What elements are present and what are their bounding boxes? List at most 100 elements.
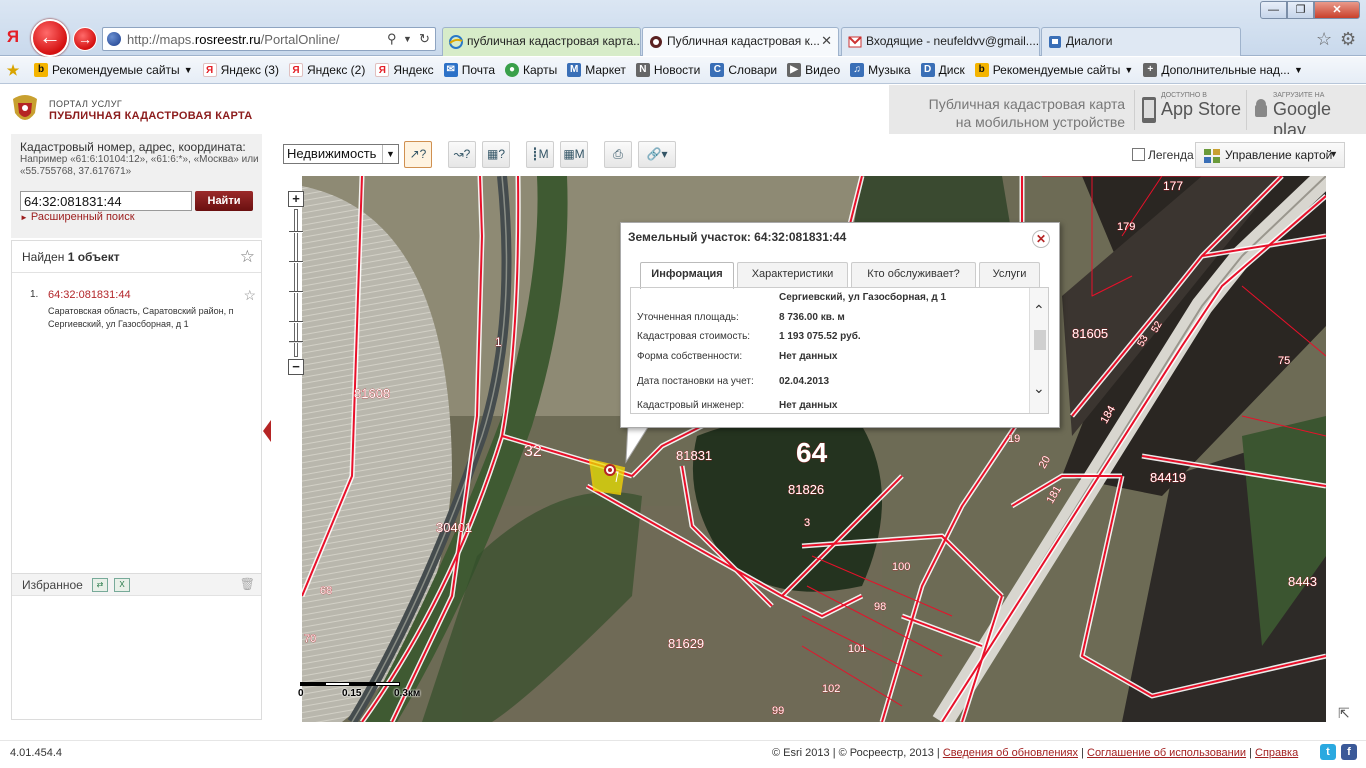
address-bar[interactable]: http://maps.rosreestr.ru/PortalOnline/ ⚲… <box>102 27 436 51</box>
ownership-value: Нет данных <box>779 351 838 362</box>
refresh-icon[interactable]: ↻ <box>419 31 430 47</box>
terms-link[interactable]: Соглашение об использовании <box>1087 747 1246 759</box>
zoom-handle[interactable] <box>289 341 303 343</box>
map-control-dropdown[interactable]: Управление картой ▼ <box>1195 142 1345 168</box>
tab-information[interactable]: Информация <box>640 262 734 289</box>
ie-icon <box>449 35 463 49</box>
excel-export-icon[interactable]: X <box>114 578 130 592</box>
star-icon[interactable]: ☆ <box>243 287 256 304</box>
legend-checkbox[interactable] <box>1132 148 1145 161</box>
bookmark-dictionary[interactable]: С Словари <box>710 63 777 77</box>
google-play-button[interactable]: ЗАГРУЗИТЕ НА Google play <box>1246 90 1364 140</box>
globe-icon <box>650 36 662 48</box>
scroll-down-icon[interactable]: ⌄ <box>1033 380 1045 397</box>
search-input[interactable] <box>20 191 192 211</box>
back-button[interactable]: ← <box>31 19 69 57</box>
left-panel: Кадастровый номер, адрес, координата: На… <box>11 134 262 720</box>
address-url[interactable]: http://maps.rosreestr.ru/PortalOnline/ <box>127 32 339 47</box>
scroll-up-icon[interactable]: ⌃ <box>1033 302 1045 319</box>
trash-icon[interactable]: 🗑 <box>240 577 255 591</box>
addons-icon: + <box>1143 63 1158 77</box>
fullscreen-icon[interactable]: ⇱ <box>1338 705 1350 722</box>
search-icon[interactable]: ⚲ <box>387 31 397 47</box>
map-label: 3 <box>804 517 810 529</box>
zoom-slider[interactable]: + − <box>288 191 304 375</box>
popup-scrollbar[interactable]: ⌃ ⌄ <box>1029 288 1048 413</box>
map-label: 102 <box>822 683 840 695</box>
find-button[interactable]: Найти <box>195 191 253 211</box>
yandex-icon: Я <box>288 63 303 77</box>
coat-of-arms-icon[interactable] <box>9 93 41 127</box>
area-value: 8 736.00 кв. м <box>779 312 845 323</box>
query-area-tool-button[interactable]: ▦? <box>482 141 510 168</box>
yandex-logo-icon[interactable]: Я <box>2 26 24 48</box>
advanced-search-link[interactable]: ► Расширенный поиск <box>20 211 135 223</box>
query-line-tool-button[interactable]: ↝? <box>448 141 476 168</box>
twitter-icon[interactable]: t <box>1320 744 1336 760</box>
measure-distance-button[interactable]: ┋M <box>526 141 554 168</box>
bookmark-yandex-3[interactable]: Я Яндекс (3) <box>202 63 279 77</box>
page-title[interactable]: ПУБЛИЧНАЯ КАДАСТРОВАЯ КАРТА <box>49 110 253 122</box>
bookmark-yandex-2[interactable]: Я Яндекс (2) <box>288 63 365 77</box>
print-button[interactable]: ⎙ <box>604 141 632 168</box>
facebook-icon[interactable]: f <box>1341 744 1357 760</box>
chevron-down-icon[interactable]: ▼ <box>403 34 412 44</box>
area-label: Уточненная площадь: <box>637 312 739 323</box>
phone-icon <box>1142 97 1156 123</box>
bookmark-music[interactable]: ♫ Музыка <box>850 63 911 77</box>
collapse-panel-icon[interactable] <box>263 420 271 442</box>
bookmark-market[interactable]: M Маркет <box>567 63 626 77</box>
result-link[interactable]: 64:32:081831:44 <box>48 289 131 301</box>
favorites-icon[interactable]: ★ <box>6 63 24 77</box>
layer-select[interactable]: Недвижимость ▼ <box>283 144 399 164</box>
bing-icon: b <box>34 63 48 77</box>
zoom-out-button[interactable]: − <box>288 359 304 375</box>
tab-services[interactable]: Услуги <box>979 262 1040 287</box>
tab-who-serves[interactable]: Кто обслуживает? <box>851 262 976 287</box>
appstore-button[interactable]: Доступно в App Store <box>1134 90 1244 130</box>
close-tab-icon[interactable]: ✕ <box>821 33 832 49</box>
bookmark-yandex[interactable]: Я Яндекс <box>375 63 434 77</box>
news-icon: N <box>635 63 650 77</box>
maximize-button[interactable]: ❐ <box>1287 1 1314 19</box>
map-label: 84419 <box>1150 470 1186 485</box>
gear-icon[interactable]: ⚙ <box>1340 29 1356 50</box>
map-label: 64 <box>796 437 828 468</box>
bookmark-addons[interactable]: + Дополнительные над... ▼ <box>1143 63 1303 77</box>
map-label: 101 <box>848 643 866 655</box>
close-window-button[interactable]: ✕ <box>1314 1 1360 19</box>
star-icon[interactable]: ☆ <box>240 247 255 267</box>
forward-button[interactable]: → <box>73 27 97 51</box>
tab-cadastral-map-1[interactable]: публичная кадастровая карта... <box>442 27 641 56</box>
identify-tool-button[interactable]: ↗? <box>404 141 432 168</box>
minimize-button[interactable]: — <box>1260 1 1287 19</box>
help-link[interactable]: Справка <box>1255 747 1298 759</box>
bookmark-maps[interactable]: ● Карты <box>505 63 557 77</box>
favorites-star-icon[interactable]: ☆ <box>1316 29 1332 50</box>
bookmark-video[interactable]: ▶ Видео <box>787 63 840 77</box>
bookmark-recommended-2[interactable]: b Рекомендуемые сайты ▼ <box>974 63 1133 77</box>
bookmark-recommended-1[interactable]: b Рекомендуемые сайты ▼ <box>34 63 193 77</box>
popup-pointer <box>625 424 651 464</box>
legend-label[interactable]: Легенда <box>1148 148 1194 162</box>
updates-link[interactable]: Сведения об обновлениях <box>943 747 1078 759</box>
tab-dialogs[interactable]: Диалоги <box>1041 27 1241 56</box>
vk-icon <box>1049 36 1061 48</box>
tab-characteristics[interactable]: Характеристики <box>737 262 848 287</box>
mail-icon: ✉ <box>443 63 458 77</box>
export-icon[interactable]: ⇄ <box>92 578 108 592</box>
bookmark-disk[interactable]: D Диск <box>920 63 965 77</box>
tab-cadastral-map-2[interactable]: Публичная кадастровая к... ✕ <box>642 27 839 56</box>
market-icon: M <box>567 63 582 77</box>
scroll-thumb[interactable] <box>1034 330 1046 350</box>
zoom-in-button[interactable]: + <box>288 191 304 207</box>
measure-area-button[interactable]: ▦M <box>560 141 588 168</box>
tab-gmail[interactable]: Входящие - neufeldvv@gmail.... <box>841 27 1040 56</box>
site-globe-icon <box>107 32 121 46</box>
grid-icon <box>1204 149 1220 163</box>
close-popup-button[interactable]: ✕ <box>1032 230 1050 248</box>
bookmark-mail[interactable]: ✉ Почта <box>443 63 495 77</box>
yandex-icon: Я <box>375 63 390 77</box>
link-button[interactable]: 🔗▾ <box>638 141 676 168</box>
bookmark-news[interactable]: N Новости <box>635 63 700 77</box>
